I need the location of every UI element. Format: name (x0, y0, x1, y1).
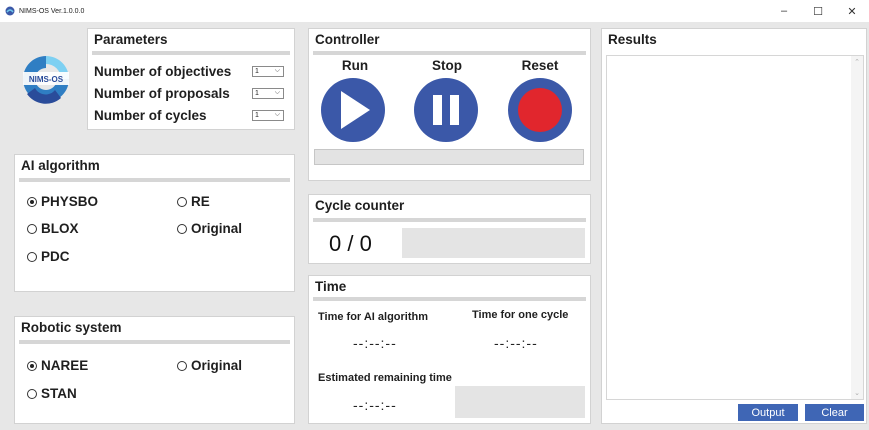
radio-physbo-label: PHYSBO (41, 194, 99, 209)
play-icon (341, 91, 370, 129)
scroll-down-icon[interactable]: ⌄ (851, 389, 863, 397)
reset-button[interactable] (508, 78, 572, 142)
main-window: NIMS-OS Parameters Number of objectives … (0, 22, 869, 430)
radio-blox[interactable]: BLOX (27, 221, 79, 236)
output-button[interactable]: Output (738, 404, 798, 421)
ai-algorithm-title: AI algorithm (21, 158, 100, 173)
run-button[interactable] (321, 78, 385, 142)
pause-icon (433, 95, 459, 125)
radio-empty-icon (27, 388, 37, 399)
cycles-value: 1 (255, 112, 259, 119)
clear-button[interactable]: Clear (805, 404, 864, 421)
proposals-row: Number of proposals 1 ⌵ (94, 86, 284, 101)
chevron-down-icon: ⌵ (274, 67, 280, 74)
remaining-time-box (455, 386, 585, 418)
proposals-select[interactable]: 1 ⌵ (252, 88, 284, 99)
time-panel: Time Time for AI algorithm Time for one … (308, 275, 591, 424)
cycles-select[interactable]: 1 ⌵ (252, 110, 284, 121)
radio-empty-icon (27, 223, 37, 234)
radio-blox-label: BLOX (41, 221, 79, 236)
progress-bar (314, 149, 584, 165)
radio-original-ai-label: Original (191, 221, 243, 236)
chevron-down-icon: ⌵ (274, 89, 280, 96)
objectives-value: 1 (255, 68, 259, 75)
chevron-down-icon: ⌵ (274, 111, 280, 118)
close-button[interactable]: ✕ (835, 0, 869, 22)
radio-stan-label: STAN (41, 386, 77, 401)
radio-original-ai[interactable]: Original (177, 221, 242, 236)
ai-algorithm-panel: AI algorithm PHYSBO RE BLOX Original PDC (14, 154, 295, 292)
record-icon (518, 88, 562, 132)
ai-algorithm-divider (19, 178, 290, 182)
radio-original-robot[interactable]: Original (177, 358, 242, 373)
cycles-label: Number of cycles (94, 108, 207, 123)
controller-divider (313, 51, 586, 55)
radio-physbo[interactable]: PHYSBO (27, 194, 98, 209)
radio-re-label: RE (191, 194, 210, 209)
cycles-row: Number of cycles 1 ⌵ (94, 108, 284, 123)
robotic-system-panel: Robotic system NAREE Original STAN (14, 316, 295, 424)
cycle-counter-value: 0 / 0 (329, 231, 372, 256)
objectives-select[interactable]: 1 ⌵ (252, 66, 284, 77)
parameters-panel: Parameters Number of objectives 1 ⌵ Numb… (87, 28, 295, 130)
controller-title: Controller (315, 32, 380, 47)
radio-naree[interactable]: NAREE (27, 358, 88, 373)
ai-time-value: --:--:-- (353, 335, 397, 351)
results-scrollbar[interactable]: ⌃ ⌄ (851, 56, 863, 399)
window-title: NIMS-OS Ver.1.0.0.0 (19, 7, 85, 15)
time-divider (313, 297, 586, 301)
title-bar: NIMS-OS Ver.1.0.0.0 – ☐ ✕ (0, 0, 869, 22)
parameters-title: Parameters (94, 32, 168, 47)
maximize-button[interactable]: ☐ (801, 0, 835, 22)
cycle-counter-panel: Cycle counter 0 / 0 (308, 194, 591, 264)
logo-text: NIMS-OS (29, 75, 64, 84)
stop-label: Stop (432, 58, 462, 73)
reset-label: Reset (521, 58, 559, 73)
radio-selected-icon (27, 360, 37, 371)
robotic-system-divider (19, 340, 290, 344)
remaining-time-value: --:--:-- (353, 397, 397, 413)
radio-re[interactable]: RE (177, 194, 210, 209)
scroll-up-icon[interactable]: ⌃ (851, 58, 863, 66)
ai-time-label: Time for AI algorithm (318, 311, 429, 323)
objectives-row: Number of objectives 1 ⌵ (94, 64, 284, 79)
results-panel: Results ⌃ ⌄ Output Clear (601, 28, 867, 424)
minimize-button[interactable]: – (767, 0, 801, 22)
radio-empty-icon (177, 223, 187, 234)
stop-button[interactable] (414, 78, 478, 142)
radio-empty-icon (177, 196, 187, 207)
controller-panel: Controller Run Stop Reset (308, 28, 591, 181)
radio-pdc[interactable]: PDC (27, 249, 70, 264)
cycle-counter-divider (313, 218, 586, 222)
parameters-divider (92, 51, 290, 55)
run-label: Run (341, 58, 369, 73)
cycle-time-value: --:--:-- (494, 335, 538, 351)
robotic-system-title: Robotic system (21, 320, 122, 335)
app-icon (5, 6, 15, 16)
objectives-label: Number of objectives (94, 64, 232, 79)
proposals-label: Number of proposals (94, 86, 230, 101)
nims-os-logo: NIMS-OS (23, 56, 69, 104)
cycle-time-label: Time for one cycle (472, 309, 569, 321)
radio-pdc-label: PDC (41, 249, 70, 264)
cycle-counter-box (402, 228, 585, 258)
radio-naree-label: NAREE (41, 358, 89, 373)
radio-original-robot-label: Original (191, 358, 243, 373)
cycle-counter-title: Cycle counter (315, 198, 405, 213)
time-title: Time (315, 279, 347, 294)
radio-stan[interactable]: STAN (27, 386, 77, 401)
remaining-time-label: Estimated remaining time (318, 372, 452, 384)
results-text-area[interactable]: ⌃ ⌄ (606, 55, 864, 400)
radio-empty-icon (27, 251, 37, 262)
results-title: Results (608, 32, 657, 47)
radio-empty-icon (177, 360, 187, 371)
proposals-value: 1 (255, 90, 259, 97)
radio-selected-icon (27, 196, 37, 207)
